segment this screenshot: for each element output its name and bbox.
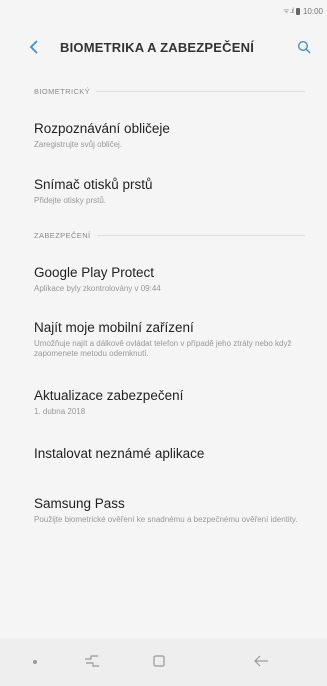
search-button[interactable] bbox=[287, 30, 321, 64]
settings-list: BIOMETRICKÝ Rozpoznávání obličeje Zaregi… bbox=[0, 80, 327, 526]
divider bbox=[96, 90, 305, 92]
list-item-face-recognition[interactable]: Rozpoznávání obličeje Zaregistrujte svůj… bbox=[0, 120, 327, 151]
item-title: Aktualizace zabezpečení bbox=[34, 387, 184, 403]
item-description: Použijte biometrické ověření ke snadnému… bbox=[34, 515, 298, 524]
item-description: Umožňuje najít a dálkově ovládat telefon… bbox=[34, 338, 292, 359]
back-arrow-icon[interactable] bbox=[252, 652, 270, 670]
status-time: 10:00 bbox=[302, 6, 323, 16]
section-header-label: BIOMETRICKÝ bbox=[34, 86, 91, 96]
page-title: BIOMETRIKA A ZABEZPEČENÍ bbox=[60, 39, 255, 55]
item-description: Aplikace byly zkontrolovány v 09:44 bbox=[34, 284, 161, 293]
list-item-fingerprint[interactable]: Snímač otisků prstů Přidejte otisky prst… bbox=[0, 176, 327, 207]
section-header-biometric: BIOMETRICKÝ bbox=[0, 80, 327, 102]
list-item-find-my-mobile[interactable]: Najít moje mobilní zařízení Umožňuje naj… bbox=[0, 319, 327, 360]
item-description: Zaregistrujte svůj obličej. bbox=[34, 140, 123, 149]
list-item-install-unknown-apps[interactable]: Instalovat neznámé aplikace bbox=[0, 445, 327, 463]
section-header-security: ZABEZPEČENÍ bbox=[0, 224, 327, 246]
item-title: Samsung Pass bbox=[34, 496, 125, 511]
list-item-google-play-protect[interactable]: Google Play Protect Aplikace byly zkontr… bbox=[0, 264, 327, 295]
battery-icon bbox=[295, 7, 300, 15]
navigation-bar bbox=[0, 638, 327, 686]
app-bar: BIOMETRIKA A ZABEZPEČENÍ bbox=[0, 30, 327, 64]
recent-apps-icon[interactable] bbox=[83, 652, 101, 670]
status-bar: ᯤ ..ıl 10:00 bbox=[0, 0, 327, 22]
list-item-security-update[interactable]: Aktualizace zabezpečení 1. dubna 2018 bbox=[0, 387, 327, 418]
signal-icon: ᯤ ..ıl bbox=[283, 7, 294, 15]
item-title: Najít moje mobilní zařízení bbox=[34, 319, 194, 335]
chevron-left-icon bbox=[29, 40, 38, 54]
item-description: Přidejte otisky prstů. bbox=[34, 195, 107, 205]
search-icon bbox=[297, 40, 311, 54]
item-title: Google Play Protect bbox=[34, 265, 155, 280]
divider bbox=[96, 234, 305, 236]
item-title: Snímač otisků prstů bbox=[34, 176, 153, 192]
list-item-samsung-pass[interactable]: Samsung Pass Použijte biometrické ověřen… bbox=[0, 495, 327, 526]
item-title: Rozpoznávání obličeje bbox=[34, 121, 170, 136]
section-header-label: ZABEZPEČENÍ bbox=[34, 230, 91, 240]
item-description: 1. dubna 2018 bbox=[34, 406, 86, 416]
home-icon[interactable] bbox=[150, 652, 168, 670]
item-title: Instalovat neznámé aplikace bbox=[34, 446, 205, 461]
back-button[interactable] bbox=[16, 30, 52, 64]
dot-icon[interactable] bbox=[33, 660, 37, 664]
